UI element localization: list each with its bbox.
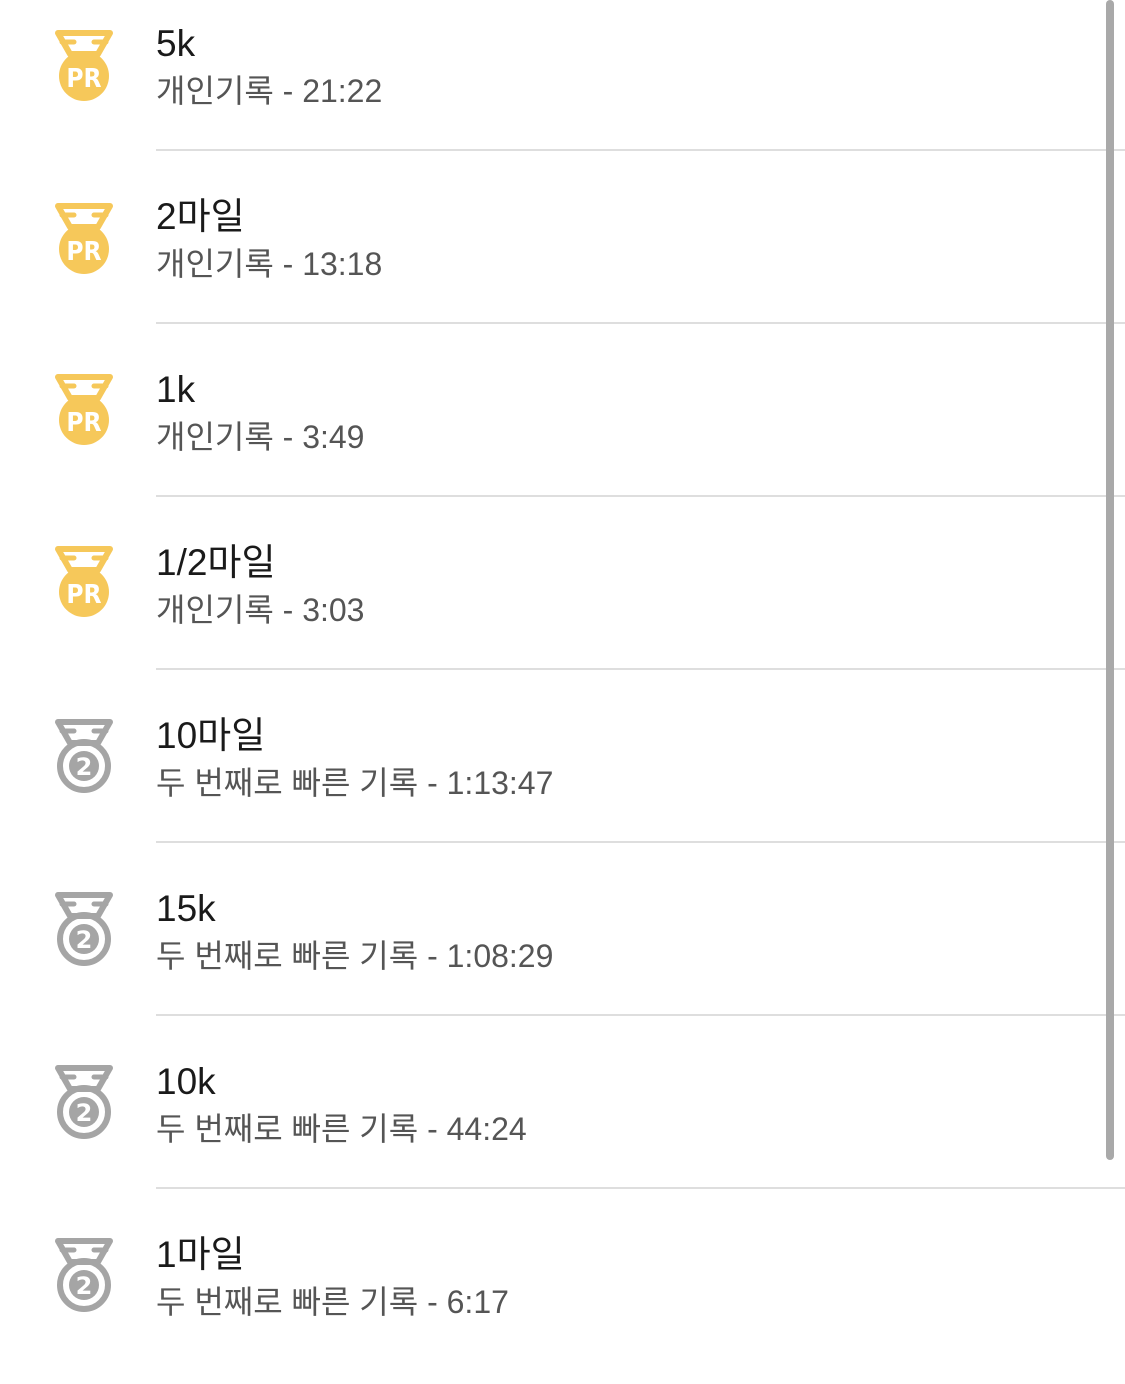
second-place-medal-icon: 2 (50, 892, 118, 968)
record-row-15k[interactable]: 2 15k 두 번째로 빠른 기록 - 1:08:29 (0, 865, 1125, 1038)
medal-badge-text: 2 (76, 926, 93, 954)
pr-medal-icon: PR (50, 546, 118, 622)
row-divider (156, 149, 1125, 151)
medal-badge-text: 2 (76, 1272, 93, 1300)
record-row-5k[interactable]: PR 5k 개인기록 - 21:22 (0, 0, 1125, 173)
record-subtitle: 개인기록 - 13:18 (156, 246, 383, 282)
record-subtitle: 두 번째로 빠른 기록 - 1:13:47 (156, 765, 554, 801)
row-divider (156, 495, 1125, 497)
medal-badge-text: PR (66, 580, 101, 610)
pr-medal-icon: PR (50, 374, 118, 450)
medal-badge-text: PR (66, 237, 101, 267)
record-title: 10마일 (156, 715, 266, 756)
pr-medal-icon: PR (50, 203, 118, 279)
record-row-10k[interactable]: 2 10k 두 번째로 빠른 기록 - 44:24 (0, 1038, 1125, 1211)
pr-medal-icon: PR (50, 30, 118, 106)
row-divider (156, 668, 1125, 670)
record-row-10mile[interactable]: 2 10마일 두 번째로 빠른 기록 - 1:13:47 (0, 692, 1125, 865)
row-divider (156, 1187, 1125, 1189)
record-title: 1k (156, 369, 196, 410)
record-subtitle: 개인기록 - 3:49 (156, 419, 365, 455)
second-place-medal-icon: 2 (50, 719, 118, 795)
medal-badge-text: 2 (76, 753, 93, 781)
record-subtitle: 두 번째로 빠른 기록 - 6:17 (156, 1284, 509, 1320)
second-place-medal-icon: 2 (50, 1065, 118, 1141)
record-row-1k[interactable]: PR 1k 개인기록 - 3:49 (0, 346, 1125, 519)
record-subtitle: 두 번째로 빠른 기록 - 1:08:29 (156, 938, 554, 974)
record-title: 1/2마일 (156, 542, 276, 583)
record-title: 5k (156, 23, 196, 64)
vertical-scrollbar[interactable] (1106, 0, 1114, 1160)
row-divider (156, 1014, 1125, 1016)
row-divider (156, 322, 1125, 324)
record-subtitle: 개인기록 - 21:22 (156, 73, 383, 109)
medal-badge-text: PR (66, 408, 101, 438)
record-subtitle: 두 번째로 빠른 기록 - 44:24 (156, 1111, 527, 1147)
record-row-1mile[interactable]: 2 1마일 두 번째로 빠른 기록 - 6:17 (0, 1211, 1125, 1384)
record-title: 2마일 (156, 196, 245, 237)
record-subtitle: 개인기록 - 3:03 (156, 592, 365, 628)
record-row-half-mile[interactable]: PR 1/2마일 개인기록 - 3:03 (0, 519, 1125, 692)
medal-badge-text: 2 (76, 1099, 93, 1127)
medal-badge-text: PR (66, 64, 101, 94)
record-title: 1마일 (156, 1234, 245, 1275)
record-row-2mile[interactable]: PR 2마일 개인기록 - 13:18 (0, 173, 1125, 346)
row-divider (156, 841, 1125, 843)
record-title: 10k (156, 1061, 216, 1102)
record-title: 15k (156, 888, 216, 929)
second-place-medal-icon: 2 (50, 1238, 118, 1314)
